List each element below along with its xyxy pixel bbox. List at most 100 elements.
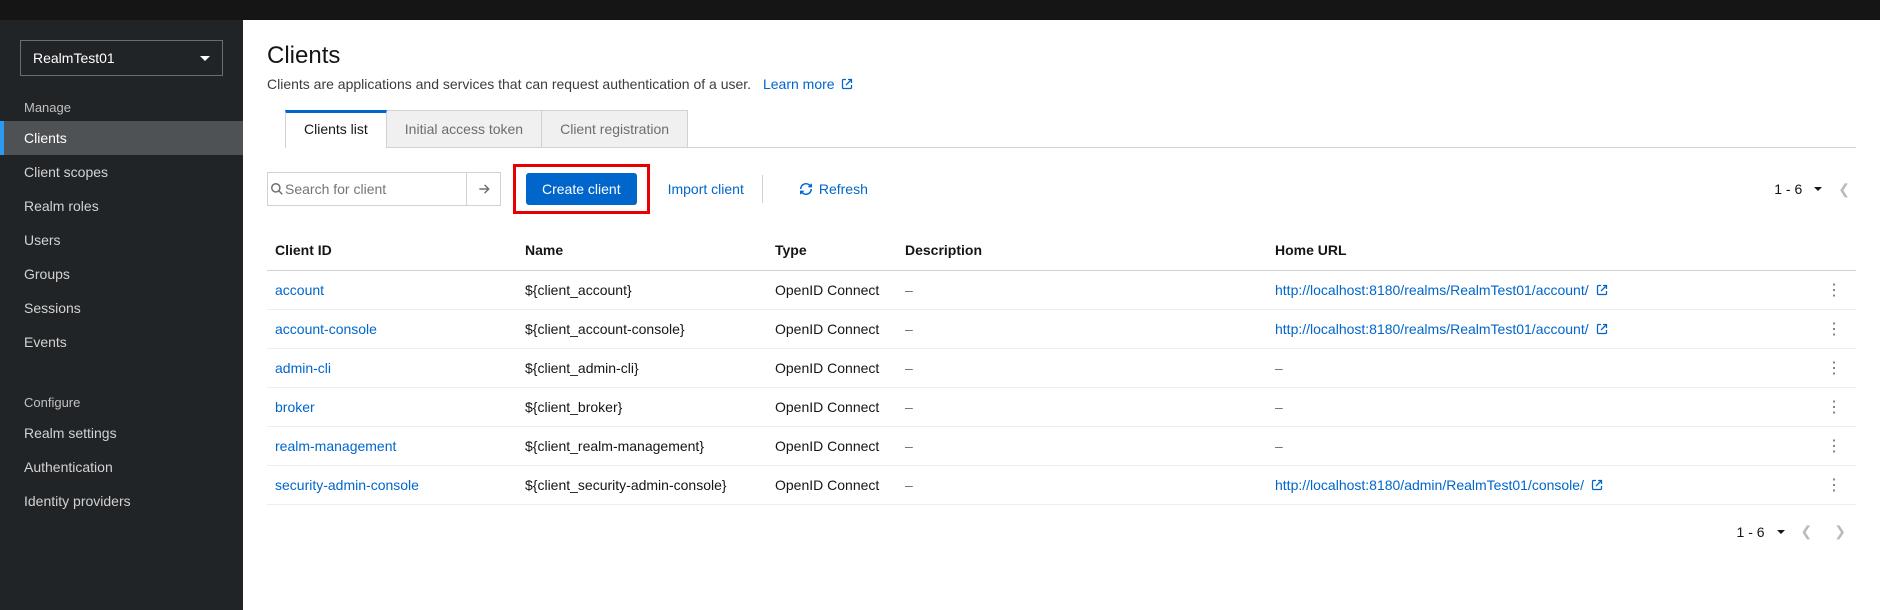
sidebar-item-authentication[interactable]: Authentication (0, 450, 243, 484)
import-client-button[interactable]: Import client (668, 181, 744, 197)
client-name: ${client_account-console} (517, 310, 767, 349)
clients-table: Client IDNameTypeDescriptionHome URL acc… (267, 230, 1856, 505)
client-id-link[interactable]: account (275, 282, 324, 298)
kebab-menu-icon[interactable]: ⋮ (1820, 399, 1848, 416)
client-description: – (897, 310, 1267, 349)
home-url-link[interactable]: http://localhost:8180/realms/RealmTest01… (1275, 282, 1589, 298)
client-type: OpenID Connect (767, 388, 897, 427)
search-submit-button[interactable] (467, 172, 501, 206)
external-link-icon (1591, 479, 1603, 491)
table-row: admin-cli ${client_admin-cli}OpenID Conne… (267, 349, 1856, 388)
client-description: – (897, 466, 1267, 505)
search-input[interactable] (285, 173, 466, 205)
pager-range: 1 - 6 (1737, 524, 1765, 540)
kebab-menu-icon[interactable]: ⋮ (1820, 282, 1848, 299)
pager-prev: ❮ (1832, 181, 1856, 198)
sidebar-item-users[interactable]: Users (0, 223, 243, 257)
client-name: ${client_admin-cli} (517, 349, 767, 388)
sidebar-item-realm-settings[interactable]: Realm settings (0, 416, 243, 450)
tab-initial-access-token[interactable]: Initial access token (387, 110, 542, 147)
search-field[interactable] (267, 172, 467, 206)
client-type: OpenID Connect (767, 310, 897, 349)
client-type: OpenID Connect (767, 349, 897, 388)
kebab-menu-icon[interactable]: ⋮ (1820, 321, 1848, 338)
table-row: realm-management ${client_realm-managemen… (267, 427, 1856, 466)
import-client-label: Import client (668, 181, 744, 197)
client-home-url: http://localhost:8180/realms/RealmTest01… (1267, 271, 1812, 310)
pager-range: 1 - 6 (1774, 181, 1802, 197)
client-type: OpenID Connect (767, 427, 897, 466)
toolbar: Create client Import client Refresh 1 - … (267, 148, 1856, 230)
sidebar-item-identity-providers[interactable]: Identity providers (0, 484, 243, 518)
create-client-button[interactable]: Create client (526, 173, 637, 205)
caret-down-icon[interactable] (1777, 530, 1785, 534)
refresh-label: Refresh (819, 181, 868, 197)
sidebar-item-events[interactable]: Events (0, 325, 243, 359)
client-home-url: – (1267, 349, 1812, 388)
kebab-menu-icon[interactable]: ⋮ (1820, 360, 1848, 377)
tab-clients-list[interactable]: Clients list (285, 110, 387, 147)
nav-group-title: Configure (0, 385, 243, 416)
pager-bottom: 1 - 6 ❮ ❯ (1737, 523, 1852, 540)
kebab-menu-icon[interactable]: ⋮ (1820, 477, 1848, 494)
search-icon (268, 182, 285, 196)
realm-selector[interactable]: RealmTest01 (20, 40, 223, 76)
learn-more-link[interactable]: Learn more (763, 76, 853, 92)
table-row: account ${client_account}OpenID Connect–h… (267, 271, 1856, 310)
client-description: – (897, 349, 1267, 388)
column-header: Client ID (267, 230, 517, 271)
client-name: ${client_account} (517, 271, 767, 310)
column-header: Name (517, 230, 767, 271)
column-header: Description (897, 230, 1267, 271)
client-home-url: http://localhost:8180/admin/RealmTest01/… (1267, 466, 1812, 505)
nav-group-title: Manage (0, 90, 243, 121)
table-row: security-admin-console ${client_security-… (267, 466, 1856, 505)
client-name: ${client_security-admin-console} (517, 466, 767, 505)
table-row: account-console ${client_account-console}… (267, 310, 1856, 349)
sidebar-item-clients[interactable]: Clients (0, 121, 243, 155)
client-id-link[interactable]: broker (275, 399, 315, 415)
client-type: OpenID Connect (767, 271, 897, 310)
main-content: Clients Clients are applications and ser… (243, 20, 1880, 610)
client-id-link[interactable]: realm-management (275, 438, 396, 454)
sidebar-item-groups[interactable]: Groups (0, 257, 243, 291)
arrow-right-icon (477, 182, 491, 196)
pager-prev: ❮ (1795, 523, 1819, 540)
client-home-url: – (1267, 388, 1812, 427)
home-url-link[interactable]: http://localhost:8180/admin/RealmTest01/… (1275, 477, 1584, 493)
learn-more-label: Learn more (763, 76, 835, 92)
caret-down-icon (200, 56, 210, 61)
caret-down-icon[interactable] (1814, 187, 1822, 191)
client-description: – (897, 388, 1267, 427)
tabs: Clients listInitial access tokenClient r… (285, 110, 1856, 148)
external-link-icon (1596, 323, 1608, 335)
external-link-icon (1596, 284, 1608, 296)
client-id-link[interactable]: security-admin-console (275, 477, 419, 493)
home-url-link[interactable]: http://localhost:8180/realms/RealmTest01… (1275, 321, 1589, 337)
client-home-url: http://localhost:8180/realms/RealmTest01… (1267, 310, 1812, 349)
client-type: OpenID Connect (767, 466, 897, 505)
column-header: Home URL (1267, 230, 1812, 271)
refresh-icon (799, 182, 813, 196)
page-description: Clients are applications and services th… (267, 76, 751, 92)
client-id-link[interactable]: account-console (275, 321, 377, 337)
page-description-line: Clients are applications and services th… (267, 76, 1856, 92)
pager-top: 1 - 6 ❮ (1774, 181, 1856, 198)
client-name: ${client_realm-management} (517, 427, 767, 466)
topbar (0, 0, 1880, 20)
page-title: Clients (267, 42, 1856, 70)
client-id-link[interactable]: admin-cli (275, 360, 331, 376)
client-description: – (897, 427, 1267, 466)
client-description: – (897, 271, 1267, 310)
sidebar-item-sessions[interactable]: Sessions (0, 291, 243, 325)
sidebar-item-realm-roles[interactable]: Realm roles (0, 189, 243, 223)
refresh-button[interactable]: Refresh (799, 181, 868, 197)
table-row: broker${client_broker}OpenID Connect––⋮ (267, 388, 1856, 427)
sidebar-item-client-scopes[interactable]: Client scopes (0, 155, 243, 189)
kebab-menu-icon[interactable]: ⋮ (1820, 438, 1848, 455)
create-client-highlight: Create client (513, 164, 650, 214)
column-header: Type (767, 230, 897, 271)
tab-client-registration[interactable]: Client registration (542, 110, 688, 147)
external-link-icon (841, 78, 853, 90)
realm-selector-label: RealmTest01 (33, 50, 115, 66)
